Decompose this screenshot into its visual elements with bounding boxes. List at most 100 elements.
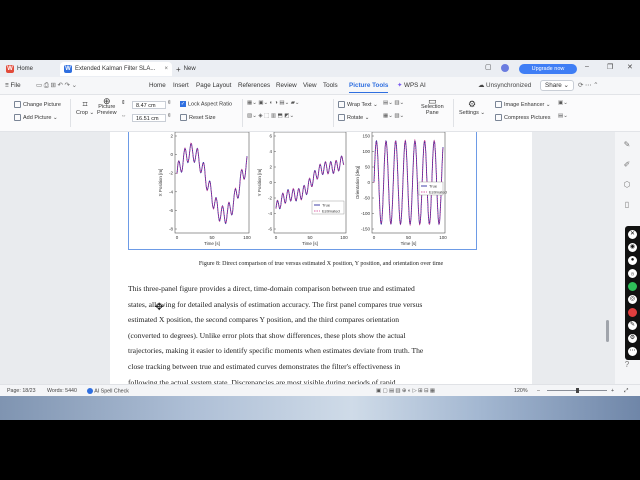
- width-stepper-icon[interactable]: ⇳: [167, 113, 172, 119]
- tab-document[interactable]: W Extended Kalman Filter SLA... ×: [60, 62, 172, 76]
- add-picture-button[interactable]: Add Picture ⌄: [14, 114, 58, 121]
- upgrade-button[interactable]: Upgrade now: [519, 64, 577, 74]
- pen-icon[interactable]: ✐: [622, 160, 632, 170]
- sync-status[interactable]: ☁ Unsynchronized: [478, 82, 531, 89]
- spell-check-toggle[interactable]: AI Spell Check: [87, 388, 129, 394]
- restore-icon[interactable]: ❐: [607, 63, 613, 71]
- legend-estimated-label: Estimated: [429, 190, 447, 195]
- draw-icon[interactable]: ✎: [628, 321, 637, 330]
- x-tick-label: 50: [406, 235, 412, 240]
- picture-effects-row-1[interactable]: ▦⌄ ▣⌄ ◐ ◑ ▤⌄ ▰⌄: [247, 100, 300, 106]
- reset-size-button[interactable]: Reset Size: [180, 114, 216, 121]
- rotate-button[interactable]: Rotate ⌄: [338, 114, 369, 121]
- camera-icon[interactable]: ◉: [628, 243, 637, 252]
- menu-references[interactable]: References: [238, 82, 270, 89]
- help-icon[interactable]: ?: [622, 360, 632, 370]
- arrange-row-1[interactable]: ▤⌄ ▥⌄: [383, 100, 404, 106]
- wrap-text-icon: [338, 101, 345, 108]
- y-tick-label: 100: [362, 149, 370, 154]
- picture-tools-ribbon: Change Picture Add Picture ⌄ ⌗ Crop ⌄ ⊕ Pi…: [0, 95, 640, 132]
- selected-figure[interactable]: 2 0 -2 -4 -6 -8 0 50 100 Time [s] X Position [m] 6 4…: [128, 132, 477, 250]
- crop-icon: ⌗: [82, 99, 88, 109]
- lock-aspect-checkbox[interactable]: ✓ Lock Aspect Ratio: [180, 101, 232, 107]
- menu-picture-tools[interactable]: Picture Tools: [349, 82, 389, 93]
- share-button[interactable]: Share ⌄: [540, 80, 574, 91]
- paragraph-line: states, allowing for detailed analysis o…: [128, 299, 423, 309]
- record-icon[interactable]: ●: [628, 256, 637, 265]
- stop-icon[interactable]: [628, 308, 637, 317]
- menu-wps-ai[interactable]: ✦ WPS AI: [397, 82, 426, 89]
- menu-bar: ≡ File ▭ ⎙ ⊞ ↶ ↷ ⌄ Home Insert Page Layo…: [0, 77, 640, 95]
- zoom-in-icon[interactable]: +: [611, 388, 614, 394]
- menu-file[interactable]: ≡ File: [5, 82, 21, 89]
- zoom-out-icon[interactable]: –: [537, 388, 540, 394]
- width-field[interactable]: 16.51 cm: [132, 114, 166, 122]
- paragraph-line: close tracking between true and estimate…: [128, 361, 401, 371]
- minimize-icon[interactable]: –: [585, 63, 589, 70]
- recorder-settings-icon[interactable]: ⚙: [628, 334, 637, 343]
- menu-view[interactable]: View: [303, 82, 317, 89]
- height-stepper-icon[interactable]: ⇳: [167, 100, 172, 106]
- checkbox-checked-icon: ✓: [180, 101, 186, 107]
- image-enhancer-button[interactable]: Image Enhancer ⌄: [495, 101, 551, 108]
- tab-home[interactable]: W Home: [6, 62, 33, 76]
- menu-review[interactable]: Review: [276, 82, 297, 89]
- height-field[interactable]: 8.47 cm: [132, 101, 166, 109]
- paragraph-line: trajectories, making it easier to identi…: [128, 346, 424, 356]
- menu-page-layout[interactable]: Page Layout: [196, 82, 231, 89]
- crop-button[interactable]: ⌗ Crop ⌄: [76, 99, 94, 116]
- wps-logo-icon: W: [6, 65, 14, 73]
- menu-insert[interactable]: Insert: [173, 82, 189, 89]
- top-black-bar: [0, 0, 640, 60]
- extra-ribbon-row-2[interactable]: ▤⌄: [558, 113, 568, 119]
- x-tick-label: 100: [243, 235, 251, 240]
- y-tick-label: -4: [268, 211, 272, 216]
- fit-window-icon[interactable]: ⤢: [624, 388, 628, 395]
- document-page: 2 0 -2 -4 -6 -8 0 50 100 Time [s] X Position [m] 6 4…: [110, 132, 532, 384]
- body-paragraph[interactable]: This three-panel figure provides a direc…: [128, 281, 477, 384]
- vertical-scrollbar-thumb[interactable]: [606, 320, 609, 342]
- add-picture-icon: [14, 114, 21, 121]
- close-recorder-icon[interactable]: ✕: [628, 230, 637, 239]
- zoom-level[interactable]: 120%: [514, 388, 528, 394]
- shape-icon[interactable]: ⬡: [622, 180, 632, 190]
- compress-pictures-button[interactable]: Compress Pictures: [495, 114, 550, 121]
- layout-icon[interactable]: ▢: [485, 63, 492, 71]
- zoom-slider-handle[interactable]: [576, 388, 579, 393]
- close-window-icon[interactable]: ✕: [627, 63, 633, 71]
- avatar[interactable]: [501, 64, 509, 72]
- arrange-row-2[interactable]: ▦⌄ ▧⌄: [383, 113, 404, 119]
- view-mode-icons[interactable]: ▣ ▢ ▤ ▥ ⊕ ◐ ▷ ⊞ ⊟ ▦: [376, 388, 435, 394]
- x-tick-label: 0: [275, 235, 278, 240]
- extra-ribbon-row-1[interactable]: ▣⌄: [558, 100, 568, 106]
- picture-effects-row-2[interactable]: ▧⌄ ◈ ⬚ ▥ ⬒ ◩⌄: [247, 113, 294, 119]
- selection-pane-button[interactable]: ▭ Selection Pane: [421, 97, 444, 117]
- share-label: Share: [545, 82, 562, 89]
- more-icon[interactable]: ⋯: [628, 347, 637, 356]
- new-tab-button[interactable]: + New: [176, 62, 196, 76]
- wrap-text-button[interactable]: Wrap Text ⌄: [338, 101, 378, 108]
- document-icon[interactable]: ▯: [622, 200, 632, 210]
- picture-preview-button[interactable]: ⊕ Picture Preview: [97, 97, 117, 117]
- quick-access-icons[interactable]: ▭ ⎙ ⊞ ↶ ↷ ⌄: [36, 82, 77, 90]
- menu-tools[interactable]: Tools: [323, 82, 338, 89]
- change-picture-button[interactable]: Change Picture: [14, 101, 61, 108]
- toolbar-extra-icons[interactable]: ⟳ ⋯ ⌃: [578, 82, 598, 89]
- title-bar: W Home W Extended Kalman Filter SLA... ×…: [0, 60, 640, 77]
- page-counter[interactable]: Page: 18/23: [7, 388, 36, 394]
- settings-button[interactable]: ⚙ Settings ⌄: [459, 99, 485, 116]
- y-tick-label: 2: [170, 134, 173, 139]
- timer-icon[interactable]: ◷: [628, 269, 637, 278]
- x-tick-label: 0: [176, 235, 179, 240]
- webcam-icon[interactable]: ◎: [628, 295, 637, 304]
- y-tick-label: -4: [169, 189, 173, 194]
- word-count[interactable]: Words: 5440: [47, 388, 77, 394]
- microphone-icon[interactable]: [628, 282, 637, 291]
- figure-plots: 20-2-4-6-80 50 100Time [s]X Position [m]64…: [158, 132, 447, 246]
- legend-true-label: True: [322, 203, 331, 208]
- ai-write-icon[interactable]: ✎: [622, 140, 632, 150]
- rotate-icon: [338, 114, 345, 121]
- close-tab-icon[interactable]: ×: [164, 66, 168, 72]
- y-axis-label: X Position [m]: [158, 169, 163, 197]
- menu-home[interactable]: Home: [149, 82, 166, 89]
